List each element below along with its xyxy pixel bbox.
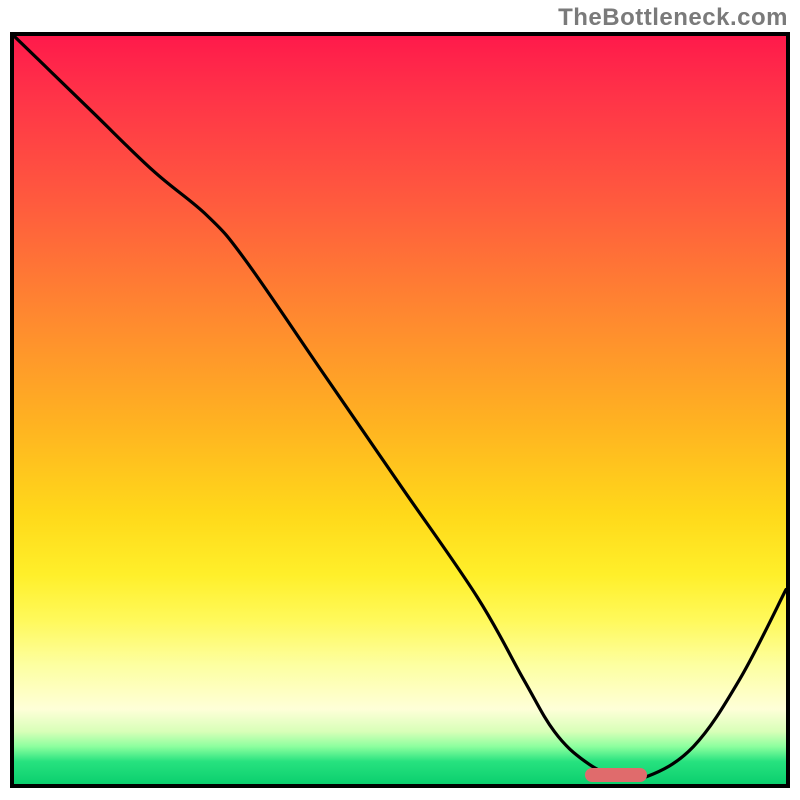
bottleneck-curve [14,36,786,784]
plot-area [10,32,790,788]
chart-frame: TheBottleneck.com [0,0,800,800]
optimal-range-marker [585,768,647,782]
watermark-text: TheBottleneck.com [558,4,788,32]
